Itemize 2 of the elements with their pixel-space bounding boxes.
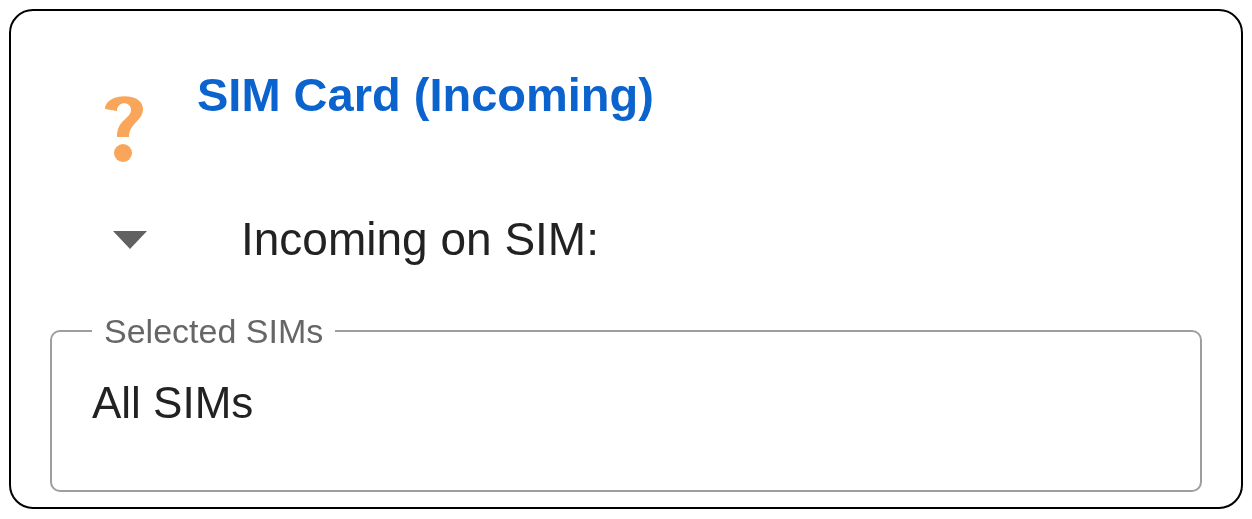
caret-icon[interactable] [113,230,147,249]
section-label: Incoming on SIM: [241,212,599,267]
